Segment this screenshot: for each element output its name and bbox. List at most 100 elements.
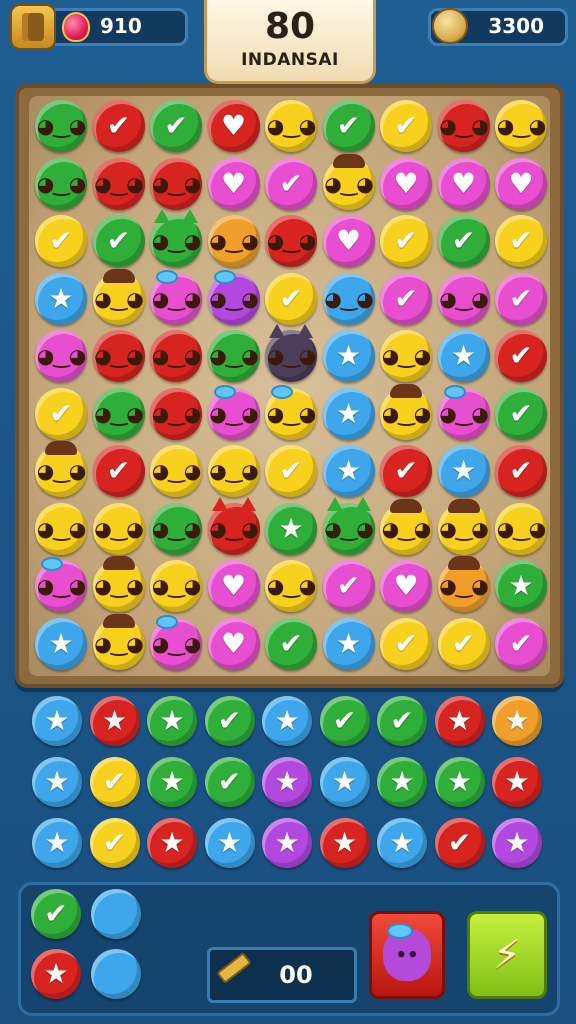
dark-face-tile[interactable]: ◕‿◕ — [265, 324, 317, 382]
yellow-check-tile[interactable]: ✔ — [89, 757, 140, 807]
blue-star-tile[interactable]: ★ — [32, 696, 82, 746]
menu-book-icon[interactable] — [10, 4, 56, 50]
blue-star-tile[interactable]: ★ — [437, 330, 490, 382]
red-face-tile[interactable]: ◕‿◕ — [92, 157, 145, 210]
blue-star-tile[interactable]: ★ — [377, 818, 427, 868]
red-star-tile[interactable]: ★ — [31, 949, 81, 999]
pink-face-tile[interactable]: ◕‿◕ — [35, 557, 87, 612]
yellow-face-tile[interactable]: ◕‿◕ — [35, 441, 87, 497]
yellow-check-tile[interactable]: ✔ — [35, 387, 87, 440]
red-star-tile[interactable]: ★ — [89, 696, 140, 746]
yellow-check-tile[interactable]: ✔ — [35, 215, 87, 267]
yellow-face-tile[interactable]: ◕‿◕ — [92, 556, 145, 612]
yellow-check-tile[interactable]: ✔ — [265, 445, 317, 497]
green-face-tile[interactable]: ◕‿◕ — [150, 502, 202, 555]
red-face-tile[interactable]: ◕‿◕ — [265, 215, 317, 267]
blue-star-tile[interactable]: ★ — [35, 272, 87, 325]
lightning-button[interactable]: ⚡ — [467, 911, 547, 999]
purple-star-tile[interactable]: ★ — [262, 818, 312, 868]
blue-star-tile[interactable]: ★ — [35, 617, 87, 670]
blue-star-tile[interactable]: ★ — [319, 757, 370, 807]
yellow-face-tile[interactable]: ◕‿◕ — [322, 153, 375, 210]
blue-star-tile[interactable]: ★ — [322, 387, 375, 440]
green-face-tile[interactable]: ◕‿◕ — [92, 387, 145, 440]
orange-face-tile[interactable]: ◕‿◕ — [437, 556, 490, 612]
pink-heart-tile[interactable]: ♥ — [380, 560, 432, 612]
yellow-face-tile[interactable]: ◕‿◕ — [265, 560, 317, 612]
red-face-tile[interactable]: ◕‿◕ — [150, 387, 202, 440]
red-check-tile[interactable]: ✔ — [92, 445, 145, 497]
pink-check-tile[interactable]: ✔ — [495, 617, 547, 670]
pink-heart-tile[interactable]: ♥ — [437, 157, 490, 210]
yellow-check-tile[interactable]: ✔ — [380, 215, 432, 267]
yellow-face-tile[interactable]: ◕‿◕ — [265, 384, 317, 440]
purple-face-tile[interactable]: ◕‿◕ — [207, 269, 260, 325]
green-check-tile[interactable]: ✔ — [319, 696, 370, 746]
yellow-check-tile[interactable]: ✔ — [380, 617, 432, 670]
red-star-tile[interactable]: ★ — [434, 696, 485, 746]
blue-star-tile[interactable]: ★ — [322, 330, 375, 382]
green-check-tile[interactable]: ✔ — [31, 889, 81, 939]
red-face-tile[interactable]: ◕‿◕ — [207, 496, 260, 555]
green-check-tile[interactable]: ✔ — [265, 617, 317, 670]
green-check-tile[interactable]: ✔ — [204, 696, 255, 746]
yellow-face-tile[interactable]: ◕‿◕ — [380, 383, 432, 440]
red-star-tile[interactable]: ★ — [492, 757, 542, 807]
yellow-check-tile[interactable]: ✔ — [89, 818, 140, 868]
green-star-tile[interactable]: ★ — [434, 757, 485, 807]
green-face-tile[interactable]: ◕‿◕ — [35, 100, 87, 152]
yellow-check-tile[interactable]: ✔ — [495, 215, 547, 267]
pink-heart-tile[interactable]: ♥ — [380, 157, 432, 210]
pink-face-tile[interactable]: ◕‿◕ — [437, 384, 490, 440]
pink-check-tile[interactable]: ✔ — [495, 272, 547, 325]
green-check-tile[interactable]: ✔ — [377, 696, 427, 746]
pink-face-tile[interactable]: ◕‿◕ — [150, 269, 202, 325]
green-check-tile[interactable]: ✔ — [150, 100, 202, 152]
red-face-tile[interactable]: ◕‿◕ — [437, 100, 490, 152]
yellow-face-tile[interactable]: ◕‿◕ — [207, 445, 260, 497]
red-check-tile[interactable]: ✔ — [92, 100, 145, 152]
pink-heart-tile[interactable]: ♥ — [207, 617, 260, 670]
pink-face-tile[interactable]: ◕‿◕ — [207, 384, 260, 440]
red-star-tile[interactable]: ★ — [147, 818, 197, 868]
pink-face-tile[interactable]: ◕‿◕ — [150, 614, 202, 670]
red-check-tile[interactable]: ✔ — [434, 818, 485, 868]
green-star-tile[interactable]: ★ — [377, 757, 427, 807]
blue-star-tile[interactable]: ★ — [322, 445, 375, 497]
green-star-tile[interactable]: ★ — [265, 502, 317, 555]
red-heart-tile[interactable]: ♥ — [207, 100, 260, 152]
green-face-tile[interactable]: ◕‿◕ — [35, 157, 87, 210]
green-check-tile[interactable]: ✔ — [495, 387, 547, 440]
yellow-face-tile[interactable]: ◕‿◕ — [380, 498, 432, 555]
pink-heart-tile[interactable]: ♥ — [322, 215, 375, 267]
blue-star-tile[interactable]: ★ — [32, 818, 82, 868]
yellow-check-tile[interactable]: ✔ — [380, 100, 432, 152]
pink-heart-tile[interactable]: ♥ — [207, 560, 260, 612]
pink-heart-tile[interactable]: ♥ — [495, 157, 547, 210]
yellow-face-tile[interactable]: ◕‿◕ — [92, 268, 145, 325]
yellow-face-tile[interactable]: ◕‿◕ — [92, 502, 145, 555]
pink-heart-tile[interactable]: ♥ — [207, 157, 260, 210]
yellow-face-tile[interactable]: ◕‿◕ — [265, 100, 317, 152]
blue-face-tile[interactable]: ◕‿◕ — [322, 272, 375, 325]
yellow-check-tile[interactable]: ✔ — [265, 272, 317, 325]
red-check-tile[interactable]: ✔ — [495, 445, 547, 497]
green-check-tile[interactable]: ✔ — [322, 100, 375, 152]
pink-check-tile[interactable]: ✔ — [265, 157, 317, 210]
purple-star-tile[interactable]: ★ — [492, 818, 542, 868]
yellow-check-tile[interactable]: ✔ — [437, 617, 490, 670]
yellow-face-tile[interactable]: ◕‿◕ — [150, 560, 202, 612]
blue-blank-tile[interactable] — [91, 889, 141, 939]
red-face-tile[interactable]: ◕‿◕ — [150, 330, 202, 382]
orange-star-tile[interactable]: ★ — [492, 696, 542, 746]
green-face-tile[interactable]: ◕‿◕ — [150, 209, 202, 267]
yellow-face-tile[interactable]: ◕‿◕ — [437, 498, 490, 555]
purple-star-tile[interactable]: ★ — [262, 757, 312, 807]
green-face-tile[interactable]: ◕‿◕ — [322, 496, 375, 555]
red-check-tile[interactable]: ✔ — [495, 330, 547, 382]
blue-blank-tile[interactable] — [91, 949, 141, 999]
blue-star-tile[interactable]: ★ — [32, 757, 82, 807]
red-face-tile[interactable]: ◕‿◕ — [150, 157, 202, 210]
green-star-tile[interactable]: ★ — [495, 560, 547, 612]
yellow-face-tile[interactable]: ◕‿◕ — [495, 502, 547, 555]
